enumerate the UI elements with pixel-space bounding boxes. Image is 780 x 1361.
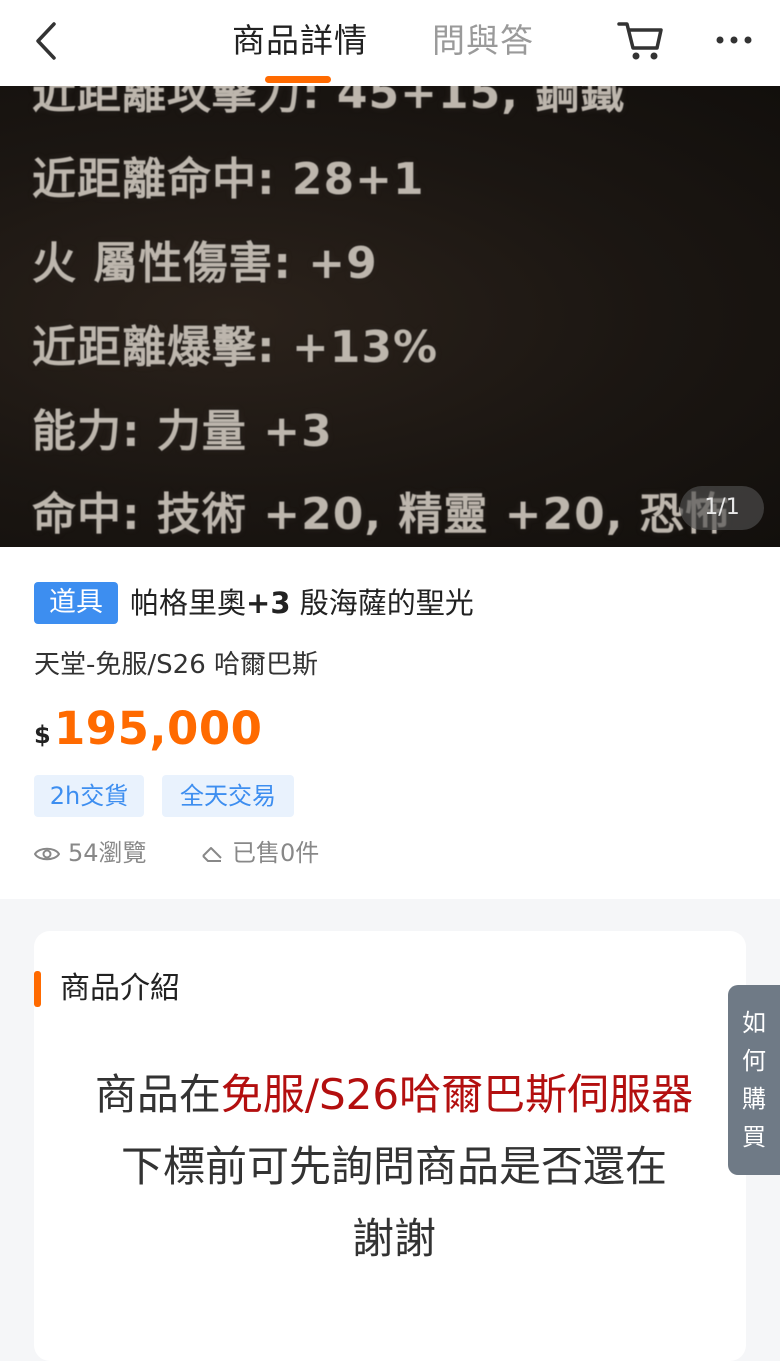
active-tab-indicator (265, 76, 331, 83)
product-info-section: 道具 帕格里奧+3 殷海薩的聖光 天堂-免服/S26 哈爾巴斯 $ 195,00… (0, 547, 780, 899)
server-name: 天堂-免服/S26 哈爾巴斯 (34, 650, 318, 680)
back-arrow-icon[interactable] (26, 18, 70, 64)
item-stat-line: 近距離爆擊: +13% (32, 322, 439, 373)
item-stat-line: 近距離攻擊力: 45+15, 鋼鐵 (32, 86, 626, 119)
product-title-prefix: 帕格里奧 (130, 586, 247, 620)
item-stat-line: 火 屬性傷害: +9 (32, 238, 378, 289)
item-stat-line: 近距離命中: 28+1 (32, 154, 425, 205)
description-body: 商品在免服/S26哈爾巴斯伺服器 下標前可先詢問商品是否還在 謝謝 (74, 1059, 714, 1275)
price: 195,000 (54, 702, 263, 755)
delivery-tag: 2h交貨 (34, 775, 144, 817)
product-title-enchant: +3 (246, 586, 291, 620)
view-count: 54瀏覽 (33, 835, 147, 871)
cart-icon[interactable] (615, 16, 667, 64)
how-to-buy-char: 購 (742, 1085, 766, 1113)
sold-count: 已售0件 (200, 835, 319, 871)
item-stat-line: 命中: 技術 +20, 精靈 +20, 恐怖 (32, 489, 730, 540)
currency-symbol: $ (34, 721, 51, 749)
description-heading: 商品介紹 (60, 971, 180, 1006)
section-accent-bar (34, 971, 41, 1007)
product-title: 帕格里奧+3 殷海薩的聖光 (130, 581, 474, 625)
how-to-buy-button[interactable]: 如 何 購 買 (728, 985, 780, 1175)
tab-qa[interactable]: 問與答 (432, 20, 534, 62)
how-to-buy-char: 買 (742, 1123, 766, 1151)
sold-count-label: 已售0件 (232, 839, 320, 867)
description-text: 謝謝 (351, 1214, 436, 1263)
how-to-buy-char: 如 (742, 1009, 766, 1037)
view-count-label: 54瀏覽 (68, 839, 147, 867)
top-nav-bar: 商品詳情 問與答 (0, 0, 780, 86)
more-icon[interactable] (712, 22, 756, 58)
item-stat-line: 能力: 力量 +3 (32, 406, 333, 457)
image-counter: 1/1 (680, 486, 764, 530)
description-card: 商品介紹 商品在免服/S26哈爾巴斯伺服器 下標前可先詢問商品是否還在 謝謝 (34, 931, 746, 1361)
eye-icon (33, 847, 61, 861)
how-to-buy-char: 何 (742, 1047, 766, 1075)
category-badge: 道具 (34, 582, 118, 624)
sold-icon (202, 847, 222, 862)
product-image[interactable]: 近距離攻擊力: 45+15, 鋼鐵 近距離命中: 28+1 火 屬性傷害: +9… (0, 86, 780, 547)
description-text: 下標前可先詢問商品是否還在 (120, 1142, 667, 1191)
description-text: 商品在 (94, 1070, 221, 1119)
tab-product-details[interactable]: 商品詳情 (232, 20, 368, 62)
trade-time-tag: 全天交易 (162, 775, 294, 817)
description-highlight: 免服/S26哈爾巴斯伺服器 (220, 1070, 694, 1119)
product-title-suffix: 殷海薩的聖光 (290, 586, 474, 620)
